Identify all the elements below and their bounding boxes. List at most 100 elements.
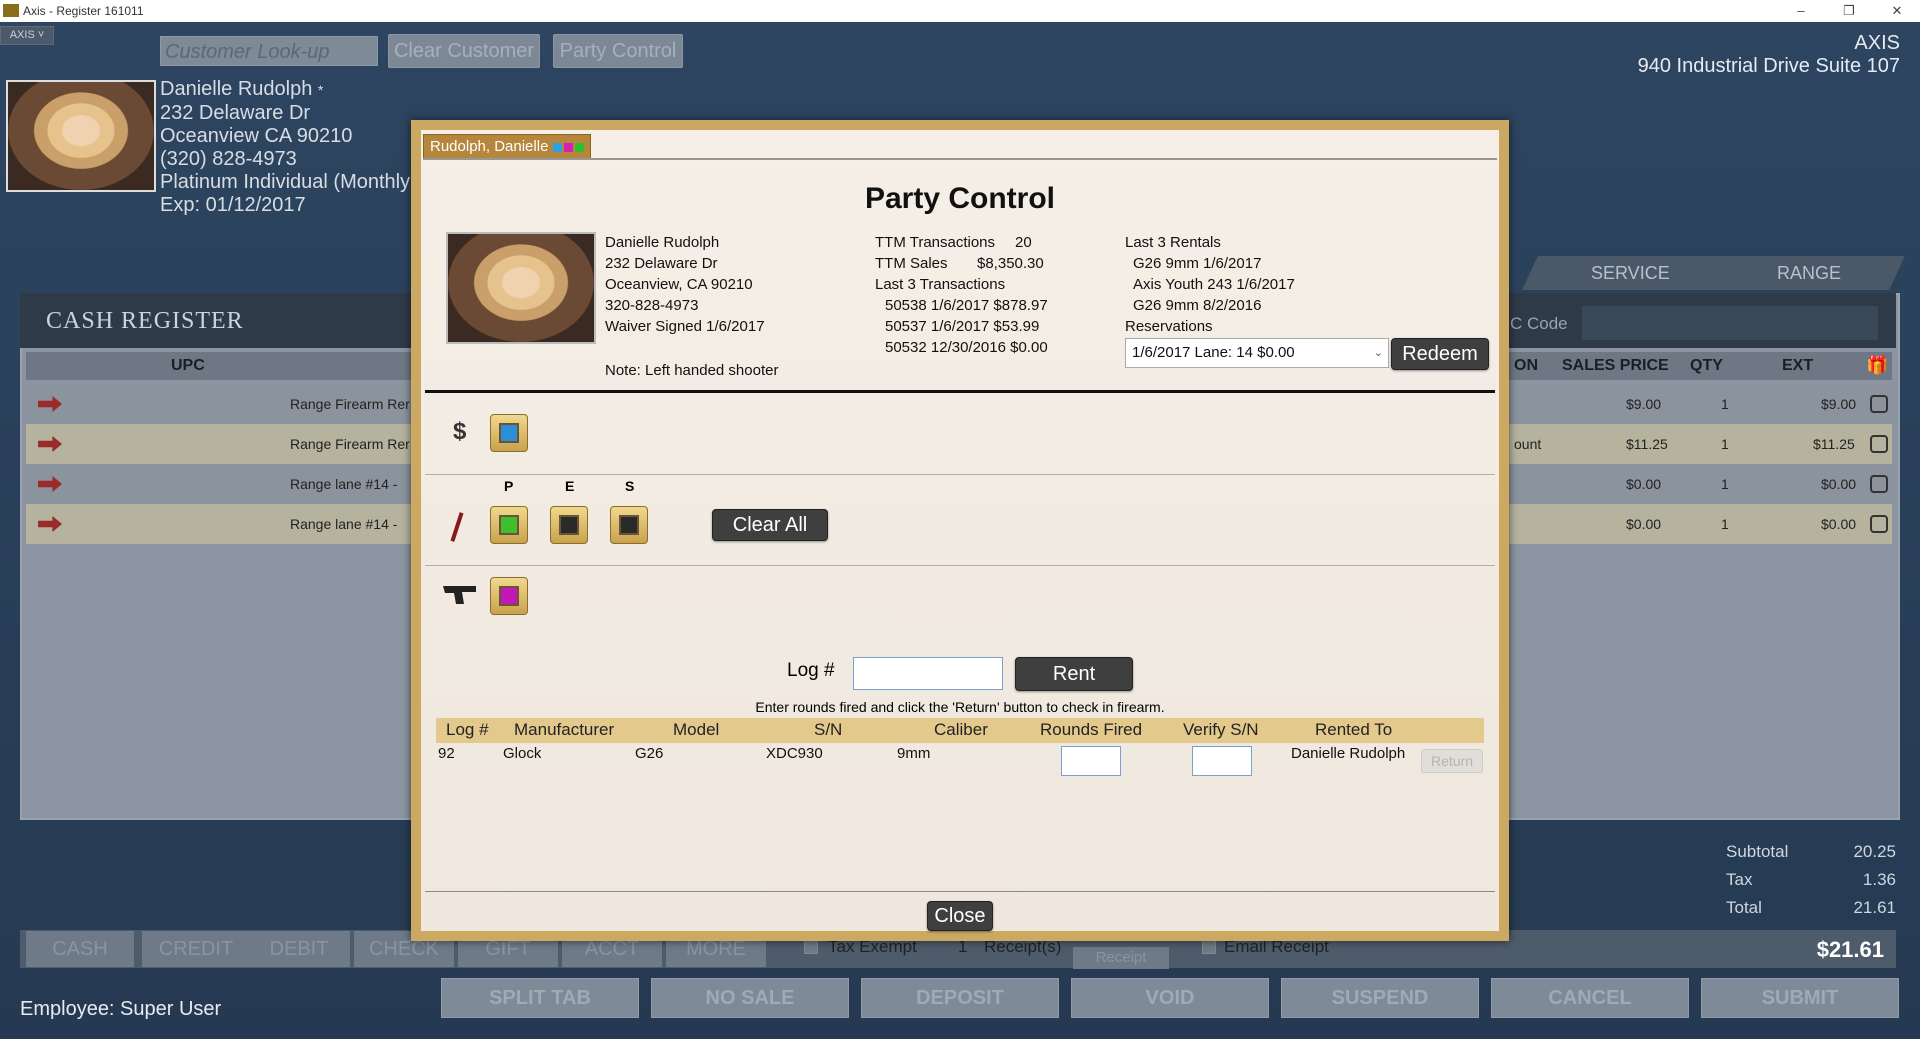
rentals-grid-header: Log # Manufacturer Model S/N Caliber Rou… xyxy=(436,718,1484,743)
row-ext: $11.25 xyxy=(1813,436,1855,452)
firearm-color-button[interactable] xyxy=(490,577,528,615)
tab-service[interactable]: SERVICE xyxy=(1522,256,1738,290)
submit-button[interactable]: SUBMIT xyxy=(1701,978,1899,1018)
log-number-input[interactable] xyxy=(853,657,1003,690)
row-arrow-icon[interactable] xyxy=(38,516,62,532)
total-label: Total xyxy=(1726,898,1762,917)
restore-button[interactable]: ❐ xyxy=(1826,0,1872,22)
clear-all-button[interactable]: Clear All xyxy=(712,509,828,541)
customer-city: Oceanview CA 90210 xyxy=(160,125,353,147)
row-desc: Range lane #14 - xyxy=(290,476,398,492)
reservations-select[interactable]: 1/6/2017 Lane: 14 $0.00 ⌄ xyxy=(1125,338,1389,368)
suspend-button[interactable]: SUSPEND xyxy=(1281,978,1479,1018)
window-title: Axis - Register 161011 xyxy=(23,4,144,18)
pay-cash-button[interactable]: CASH xyxy=(26,931,134,967)
grid-col-log: Log # xyxy=(446,720,489,739)
email-receipt-checkbox[interactable] xyxy=(1202,940,1216,954)
party-member-tab[interactable]: Rudolph, Danielle xyxy=(423,134,592,160)
close-dialog-button[interactable]: Close xyxy=(927,901,993,931)
code-input[interactable] xyxy=(1582,306,1878,340)
e-toggle-button[interactable] xyxy=(550,506,588,544)
deposit-button[interactable]: DEPOSIT xyxy=(861,978,1059,1018)
tax-exempt-checkbox[interactable] xyxy=(804,940,818,954)
section-divider xyxy=(425,390,1495,393)
company-info: AXIS 940 Industrial Drive Suite 107 xyxy=(1638,32,1900,78)
money-color-button[interactable] xyxy=(490,414,528,452)
verify-sn-input[interactable] xyxy=(1192,746,1252,776)
total-value: 21.61 xyxy=(1853,898,1896,917)
log-number-label: Log # xyxy=(787,660,835,681)
grid-col-verify-sn: Verify S/N xyxy=(1183,720,1259,739)
rental-rented-to: Danielle Rudolph xyxy=(1291,745,1406,762)
row-ext: $9.00 xyxy=(1821,396,1857,412)
register-title: CASH REGISTER xyxy=(46,308,244,334)
close-window-button[interactable]: ✕ xyxy=(1874,0,1920,22)
row-checkbox[interactable] xyxy=(1870,395,1888,413)
tax-value: 1.36 xyxy=(1862,870,1896,889)
void-button[interactable]: VOID xyxy=(1071,978,1269,1018)
company-address: 940 Industrial Drive Suite 107 xyxy=(1637,55,1900,77)
row-qty: 1 xyxy=(1721,396,1729,412)
member-waiver: Waiver Signed 1/6/2017 xyxy=(605,318,765,335)
clear-customer-button[interactable]: Clear Customer xyxy=(388,34,540,68)
receipt-button[interactable]: Receipt xyxy=(1073,947,1169,969)
s-toggle-button[interactable] xyxy=(610,506,648,544)
tax-label: Tax xyxy=(1726,870,1753,889)
transaction-item[interactable]: 50538 1/6/2017 $878.97 xyxy=(875,295,1105,316)
no-sale-button[interactable]: NO SALE xyxy=(651,978,849,1018)
party-control-button[interactable]: Party Control xyxy=(553,34,683,68)
row-desc: Range Firearm Rer xyxy=(290,436,410,452)
rental-sn: XDC930 xyxy=(766,745,823,762)
axis-menu-button[interactable]: AXIS ˅ xyxy=(0,26,54,45)
tab-color-swatch xyxy=(575,142,585,152)
redeem-button[interactable]: Redeem xyxy=(1391,338,1489,370)
grid-col-sn: S/N xyxy=(814,720,843,739)
chevron-down-icon: ⌄ xyxy=(1373,347,1383,359)
rounds-fired-input[interactable] xyxy=(1061,746,1121,776)
row-arrow-icon[interactable] xyxy=(38,396,62,412)
grid-col-model: Model xyxy=(673,720,720,739)
rent-button[interactable]: Rent xyxy=(1015,657,1133,691)
member-note: Note: Left handed shooter xyxy=(605,362,779,379)
row-desc: Range lane #14 - xyxy=(290,516,398,532)
return-button[interactable]: Return xyxy=(1421,749,1483,773)
row-checkbox[interactable] xyxy=(1870,435,1888,453)
row-checkbox[interactable] xyxy=(1870,515,1888,533)
e-label: E xyxy=(565,478,575,494)
pay-credit-button[interactable]: CREDIT xyxy=(142,931,250,967)
rental-item: G26 9mm 8/2/2016 xyxy=(1133,297,1262,314)
company-name: AXIS xyxy=(1854,32,1900,54)
footer-divider xyxy=(425,891,1495,892)
member-street: 232 Delaware Dr xyxy=(605,255,718,272)
row-arrow-icon[interactable] xyxy=(38,476,62,492)
window-titlebar: Axis - Register 161011 – ❐ ✕ xyxy=(0,0,1920,22)
row-qty: 1 xyxy=(1721,476,1729,492)
pay-debit-button[interactable]: DEBIT xyxy=(248,931,350,967)
ttm-transactions-value: 20 xyxy=(1015,234,1032,251)
rental-row[interactable]: 92 Glock G26 XDC930 9mm Danielle Rudolph… xyxy=(436,743,1484,779)
minimize-button[interactable]: – xyxy=(1778,0,1824,22)
ttm-sales-value: $8,350.30 xyxy=(977,255,1044,272)
transaction-item[interactable]: 50537 1/6/2017 $53.99 xyxy=(875,316,1105,337)
row-checkbox[interactable] xyxy=(1870,475,1888,493)
row-arrow-icon[interactable] xyxy=(38,436,62,452)
row-desc: Range Firearm Rer xyxy=(290,396,410,412)
rental-item: G26 9mm 1/6/2017 xyxy=(1133,255,1262,272)
split-tab-button[interactable]: SPLIT TAB xyxy=(441,978,639,1018)
party-member-photo xyxy=(446,232,596,344)
customer-lookup-input[interactable]: Customer Look-up xyxy=(160,36,378,66)
customer-star-icon: * xyxy=(317,82,324,98)
section-divider xyxy=(425,565,1495,566)
p-toggle-button[interactable] xyxy=(490,506,528,544)
tab-range[interactable]: RANGE xyxy=(1714,256,1905,290)
party-member-tab-label: Rudolph, Danielle xyxy=(430,138,549,155)
transaction-item[interactable]: 50532 12/30/2016 $0.00 xyxy=(875,337,1105,358)
employee-label: Employee: Super User xyxy=(20,998,222,1020)
tab-divider xyxy=(423,158,1497,160)
member-city: Oceanview, CA 90210 xyxy=(605,276,753,293)
customer-phone: (320) 828-4973 xyxy=(160,148,297,170)
member-stats: TTM Transactions 20 TTM Sales $8,350.30 La… xyxy=(875,232,1105,358)
reservation-selected: 1/6/2017 Lane: 14 $0.00 xyxy=(1132,344,1295,361)
cancel-button[interactable]: CANCEL xyxy=(1491,978,1689,1018)
row-ext: $0.00 xyxy=(1821,476,1857,492)
